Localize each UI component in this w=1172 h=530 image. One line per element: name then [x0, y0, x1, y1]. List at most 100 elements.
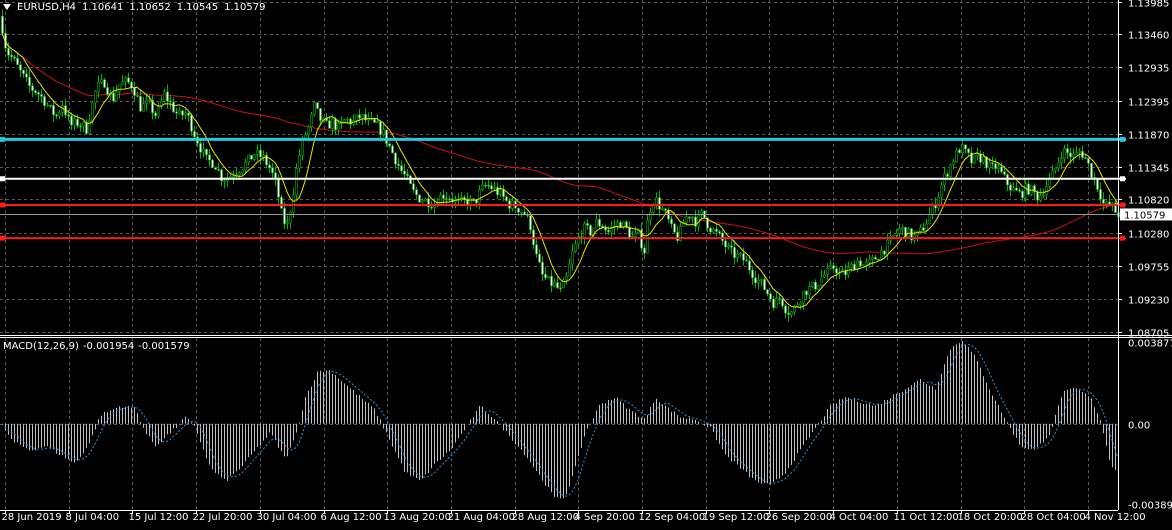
- bear-candle: [413, 184, 415, 190]
- bear-candle: [767, 290, 769, 294]
- bull-candle: [362, 114, 364, 118]
- bull-candle: [566, 276, 568, 280]
- bear-candle: [773, 299, 775, 308]
- pivot-handle-left: [0, 176, 5, 181]
- x-tick-label: 8 Jul 04:00: [66, 512, 120, 523]
- bull-candle: [158, 106, 160, 115]
- axes: [0, 0, 1172, 514]
- bear-candle: [395, 153, 397, 164]
- bull-candle: [998, 167, 1000, 169]
- x-tick-label: 30 Jul 04:00: [257, 512, 317, 523]
- bull-candle: [584, 223, 586, 238]
- bull-candle: [692, 217, 694, 218]
- bear-candle: [815, 282, 817, 289]
- bear-candle: [1019, 190, 1021, 191]
- close-value: 1.10579: [224, 2, 265, 13]
- bear-candle: [317, 103, 319, 109]
- x-tick-label: 22 Jul 20:00: [193, 512, 253, 523]
- y-tick-label: 1.12935: [1128, 64, 1169, 75]
- trading-chart[interactable]: 28 Jun 20198 Jul 04:0015 Jul 12:0022 Jul…: [0, 0, 1172, 527]
- x-tick-label: 19 Sep 12:00: [703, 512, 770, 523]
- macd-histogram: [2, 341, 1119, 498]
- bear-candle: [755, 278, 757, 283]
- bull-candle: [872, 257, 874, 259]
- macd-header: MACD(12,26,9)-0.001954-0.001579: [3, 341, 194, 352]
- bull-candle: [116, 92, 118, 101]
- bear-candle: [1085, 158, 1087, 159]
- bear-candle: [194, 131, 196, 136]
- bear-candle: [386, 130, 388, 144]
- bear-candle: [947, 174, 949, 176]
- bear-candle: [173, 102, 175, 112]
- bear-candle: [1016, 188, 1018, 190]
- bear-candle: [560, 288, 562, 289]
- bear-candle: [374, 119, 376, 122]
- bear-candle: [965, 145, 967, 149]
- x-tick-label: 21 Aug 04:00: [448, 512, 515, 523]
- bear-candle: [743, 253, 745, 260]
- bull-candle: [119, 85, 121, 92]
- high-value: 1.10652: [129, 2, 170, 13]
- bull-candle: [1043, 195, 1045, 196]
- bull-candle: [758, 280, 760, 282]
- bull-candle: [938, 197, 940, 208]
- bull-candle: [83, 122, 85, 126]
- bear-candle: [380, 122, 382, 135]
- bear-candle: [605, 228, 607, 231]
- bull-candle: [299, 155, 301, 168]
- y-tick-label: 1.12395: [1128, 98, 1169, 109]
- symbol-label: EURUSD,H4: [17, 2, 76, 13]
- bear-candle: [752, 270, 754, 278]
- bear-candle: [335, 119, 337, 130]
- x-tick-label: 28 Oct 04:00: [1021, 512, 1086, 523]
- bull-candle: [422, 201, 424, 202]
- bull-candle: [818, 285, 820, 289]
- bear-candle: [659, 198, 661, 210]
- bear-candle: [1091, 163, 1093, 177]
- x-tick-label: 26 Sep 20:00: [766, 512, 833, 523]
- bear-candle: [923, 228, 925, 231]
- bull-candle: [920, 228, 922, 232]
- bear-candle: [506, 197, 508, 201]
- price-chart-svg[interactable]: 28 Jun 20198 Jul 04:0015 Jul 12:0022 Jul…: [0, 0, 1172, 527]
- bear-candle: [473, 199, 475, 200]
- bull-candle: [572, 251, 574, 264]
- x-tick-label: 4 Sep 20:00: [575, 512, 635, 523]
- bear-candle: [677, 232, 679, 240]
- bear-candle: [665, 209, 667, 211]
- bull-candle: [500, 189, 502, 194]
- x-tick-label: 28 Aug 12:00: [512, 512, 579, 523]
- bull-candle: [98, 82, 100, 91]
- bull-candle: [950, 165, 952, 177]
- bear-candle: [884, 251, 886, 254]
- chart-header: EURUSD,H41.106411.106521.105451.10579: [3, 2, 271, 13]
- macd-name: MACD(12,26,9): [3, 341, 79, 352]
- bull-candle: [1073, 154, 1075, 157]
- bear-candle: [443, 195, 445, 198]
- bear-candle: [398, 164, 400, 165]
- bear-candle: [1001, 167, 1003, 172]
- bear-candle: [1004, 172, 1006, 175]
- bull-candle: [866, 262, 868, 265]
- bear-candle: [20, 65, 22, 70]
- bear-candle: [716, 229, 718, 231]
- y-tick-label: 1.11870: [1128, 131, 1169, 142]
- bear-candle: [35, 91, 37, 93]
- bull-candle: [1046, 186, 1048, 194]
- dropdown-triangle-icon[interactable]: [3, 4, 11, 10]
- bull-candle: [92, 103, 94, 121]
- bull-candle: [224, 181, 226, 182]
- x-tick-label: 6 Aug 12:00: [321, 512, 382, 523]
- bear-candle: [674, 224, 676, 232]
- bull-candle: [332, 119, 334, 128]
- bear-candle: [731, 246, 733, 248]
- bull-candle: [926, 224, 928, 231]
- bull-candle: [1064, 149, 1066, 159]
- bear-candle: [545, 274, 547, 278]
- bull-candle: [803, 291, 805, 303]
- bull-candle: [308, 127, 310, 135]
- bear-candle: [32, 86, 34, 91]
- bear-candle: [389, 144, 391, 146]
- bear-candle: [644, 248, 646, 253]
- bear-candle: [788, 313, 790, 315]
